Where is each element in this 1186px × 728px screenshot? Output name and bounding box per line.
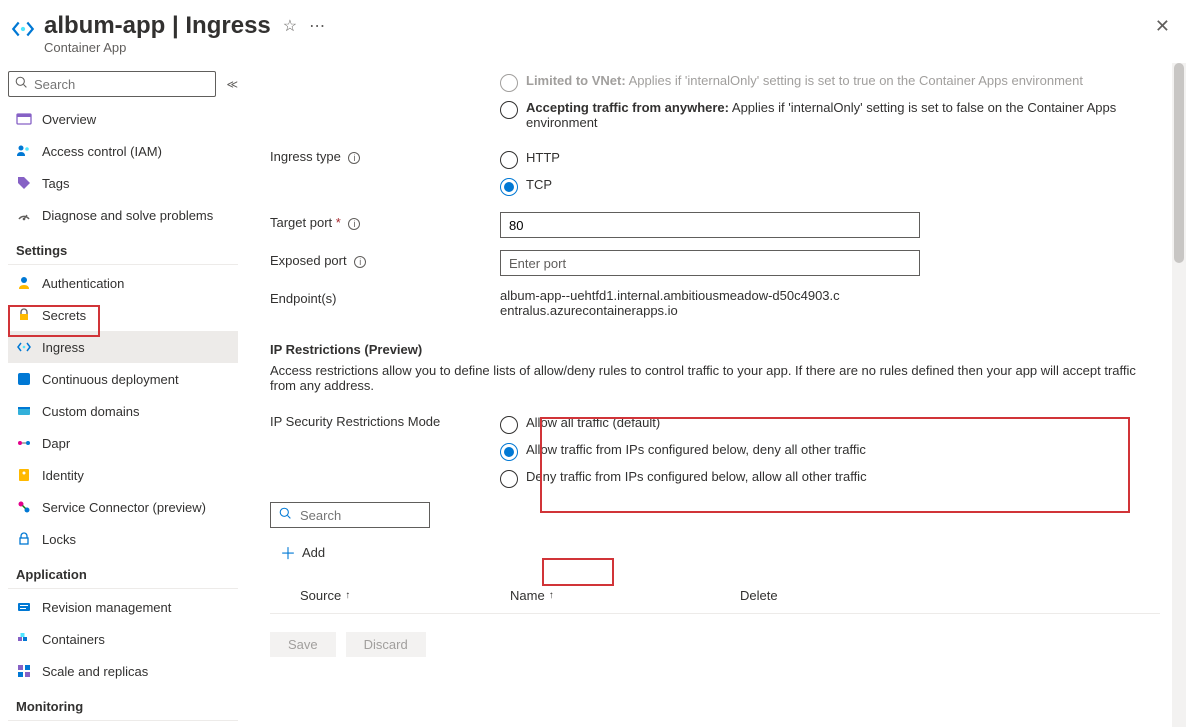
sidebar-item-ingress[interactable]: Ingress [8,331,238,363]
favorite-icon[interactable]: ☆ [283,16,297,36]
containers-icon [16,631,32,647]
radio-accepting-anywhere[interactable] [500,101,518,119]
sort-arrow-up-icon: ↑ [345,590,350,601]
content-area: Limited to VNet: Applies if 'internalOnl… [246,63,1186,727]
endpoints-label: Endpoint(s) [270,288,500,318]
diagnose-icon [16,207,32,223]
authentication-icon [16,275,32,291]
sidebar-item-scale[interactable]: Scale and replicas [8,655,238,687]
scale-icon [16,663,32,679]
sidebar-item-custom-domains[interactable]: Custom domains [8,395,238,427]
radio-http-label: HTTP [526,150,560,165]
radio-http[interactable] [500,151,518,169]
custom-domains-icon [16,403,32,419]
secrets-icon [16,307,32,323]
radio-limited-vnet-label: Limited to VNet: Applies if 'internalOnl… [526,73,1083,88]
endpoints-value: album-app--uehtfd1.internal.ambitiousmea… [500,288,840,318]
save-button[interactable]: Save [270,632,336,657]
add-button-label: Add [302,545,325,560]
info-icon[interactable]: i [348,152,360,164]
ip-search-input[interactable] [300,508,421,523]
search-icon [15,76,28,92]
page-subtitle: Container App [44,40,1155,55]
add-button[interactable]: ＋ Add [270,536,335,568]
radio-allow-all[interactable] [500,416,518,434]
ingress-type-label: Ingress type i [270,146,500,200]
access-control-icon [16,143,32,159]
info-icon[interactable]: i [348,218,360,230]
service-connector-icon [16,499,32,515]
sidebar-item-containers[interactable]: Containers [8,623,238,655]
sort-arrow-up-icon: ↑ [549,590,554,601]
sidebar-item-identity[interactable]: Identity [8,459,238,491]
sidebar: ≪ Overview Access control (IAM) Tags Dia… [0,63,246,727]
sidebar-item-locks[interactable]: Locks [8,523,238,555]
radio-deny-listed[interactable] [500,470,518,488]
ip-restrictions-desc: Access restrictions allow you to define … [270,363,1160,393]
sidebar-item-secrets[interactable]: Secrets [8,299,238,331]
collapse-sidebar-icon[interactable]: ≪ [226,78,238,91]
overview-icon [16,111,32,127]
col-name[interactable]: Name ↑ [510,588,740,603]
tags-icon [16,175,32,191]
col-delete: Delete [740,588,840,603]
exposed-port-label: Exposed port i [270,250,500,276]
ip-search-box[interactable] [270,502,430,528]
target-port-label: Target port * i [270,212,500,238]
ip-restrictions-title: IP Restrictions (Preview) [270,342,1160,357]
locks-icon [16,531,32,547]
radio-limited-vnet [500,74,518,92]
radio-tcp-label: TCP [526,177,552,192]
radio-accepting-anywhere-label: Accepting traffic from anywhere: Applies… [526,100,1140,130]
sidebar-item-continuous-deployment[interactable]: Continuous deployment [8,363,238,395]
ip-mode-label: IP Security Restrictions Mode [270,411,500,492]
sidebar-item-diagnose[interactable]: Diagnose and solve problems [8,199,238,231]
sidebar-item-tags[interactable]: Tags [8,167,238,199]
ingress-icon [16,339,32,355]
search-icon [279,507,292,523]
identity-icon [16,467,32,483]
page-header: album-app | Ingress ☆ ⋯ Container App ✕ [0,0,1186,63]
radio-allow-all-label: Allow all traffic (default) [526,415,660,430]
sidebar-search[interactable] [8,71,216,97]
revision-management-icon [16,599,32,615]
discard-button[interactable]: Discard [346,632,426,657]
radio-tcp[interactable] [500,178,518,196]
container-app-icon [10,16,36,42]
continuous-deployment-icon [16,371,32,387]
sidebar-section-settings: Settings [8,231,238,265]
col-source[interactable]: Source ↑ [300,588,510,603]
exposed-port-input[interactable] [500,250,920,276]
info-icon[interactable]: i [354,256,366,268]
sidebar-item-overview[interactable]: Overview [8,103,238,135]
radio-allow-listed[interactable] [500,443,518,461]
radio-allow-listed-label: Allow traffic from IPs configured below,… [526,442,866,457]
ip-table-header: Source ↑ Name ↑ Delete [270,574,1160,614]
plus-icon: ＋ [280,540,296,564]
footer-actions: Save Discard [270,614,1160,667]
sidebar-item-service-connector[interactable]: Service Connector (preview) [8,491,238,523]
sidebar-search-input[interactable] [34,77,209,92]
sidebar-section-application: Application [8,555,238,589]
sidebar-item-authentication[interactable]: Authentication [8,267,238,299]
sidebar-section-monitoring: Monitoring [8,687,238,721]
radio-deny-listed-label: Deny traffic from IPs configured below, … [526,469,867,484]
dapr-icon [16,435,32,451]
sidebar-item-dapr[interactable]: Dapr [8,427,238,459]
sidebar-item-revision-management[interactable]: Revision management [8,591,238,623]
more-icon[interactable]: ⋯ [309,16,325,36]
close-icon[interactable]: ✕ [1155,16,1170,37]
target-port-input[interactable] [500,212,920,238]
page-title: album-app | Ingress [44,12,271,40]
sidebar-item-access-control[interactable]: Access control (IAM) [8,135,238,167]
